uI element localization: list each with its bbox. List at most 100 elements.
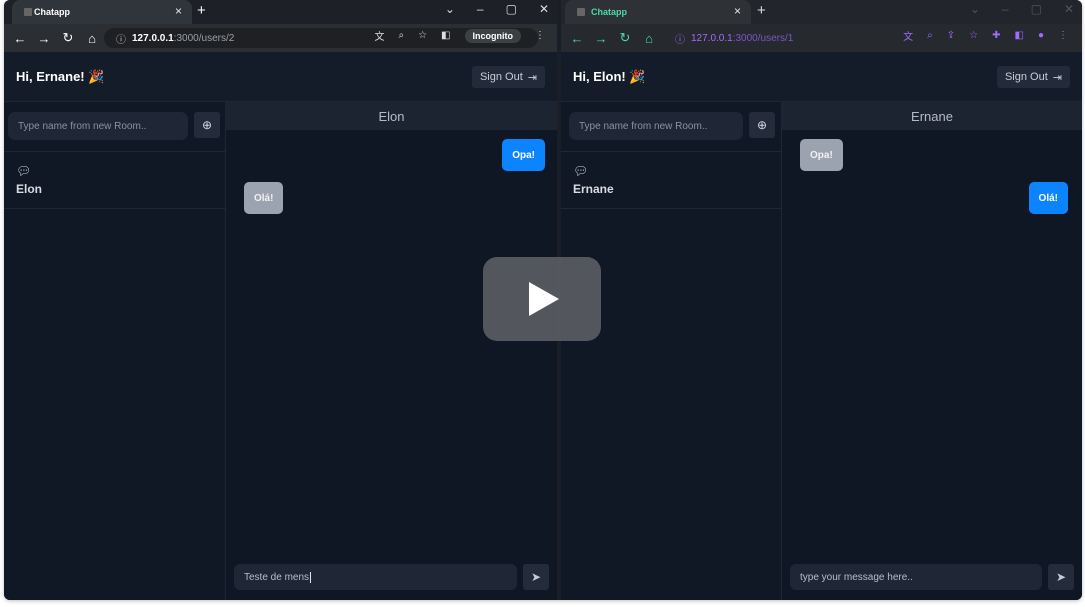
- play-icon: [529, 282, 559, 316]
- message-input-value: Teste de mens: [244, 571, 310, 583]
- room-list-item[interactable]: 💬︎ Ernane: [561, 152, 781, 209]
- sign-out-label: Sign Out: [479, 71, 523, 83]
- send-button[interactable]: ➤: [1048, 564, 1074, 590]
- room-name: Elon: [16, 182, 42, 196]
- favicon-icon: [24, 8, 32, 16]
- reload-icon[interactable]: ↻: [60, 30, 76, 46]
- app-header: Hi, Elon! 🎉 Sign Out ⇥: [561, 52, 1082, 102]
- message-input[interactable]: Teste de mens: [234, 564, 517, 590]
- address-bar-row: ← → ↻ ⌂ ⓘ 127.0.0.1:3000/users/1 文 ⌕ ⇪ ☆…: [561, 24, 1082, 52]
- star-icon[interactable]: ☆: [418, 30, 427, 41]
- browser-tab[interactable]: Chatapp ×: [12, 0, 192, 24]
- share-icon[interactable]: ⇪: [947, 30, 955, 41]
- tab-title: Chatapp: [34, 7, 70, 17]
- add-room-button[interactable]: ⊕: [194, 112, 220, 138]
- zoom-icon[interactable]: ⌕: [398, 30, 404, 41]
- tab-search-icon[interactable]: ⌄: [970, 2, 980, 16]
- tab-search-icon[interactable]: ⌄: [445, 2, 455, 16]
- tab-bar: Chatapp × + ⌄ – ▢ ✕: [4, 0, 557, 24]
- plus-circle-icon: ⊕: [756, 118, 768, 132]
- sign-out-button[interactable]: Sign Out ⇥: [471, 66, 545, 88]
- translate-icon[interactable]: 文: [903, 28, 913, 43]
- send-icon: ➤: [1055, 570, 1067, 584]
- url-host: 127.0.0.1: [691, 32, 733, 44]
- address-bar-row: ← → ↻ ⌂ ⓘ 127.0.0.1:3000/users/2 文 ⌕ ☆ ◧…: [4, 24, 557, 52]
- text-cursor: [310, 571, 312, 583]
- room-name: Ernane: [573, 182, 614, 196]
- app-header: Hi, Ernane! 🎉 Sign Out ⇥: [4, 52, 557, 102]
- new-tab-icon[interactable]: +: [757, 2, 766, 19]
- send-button[interactable]: ➤: [523, 564, 549, 590]
- sign-out-icon: ⇥: [527, 71, 537, 84]
- side-panel-icon[interactable]: ◧: [1015, 30, 1024, 41]
- arrow-left-icon[interactable]: ←: [12, 31, 28, 46]
- greeting: Hi, Ernane! 🎉: [16, 69, 105, 84]
- avatar[interactable]: ●: [1038, 30, 1044, 41]
- chat-bubble-icon: 💬︎: [16, 164, 32, 178]
- minimize-icon[interactable]: –: [1002, 2, 1009, 16]
- chat-title: Ernane: [782, 102, 1082, 130]
- chat-title: Elon: [226, 102, 557, 130]
- close-window-icon[interactable]: ✕: [1064, 2, 1074, 16]
- room-search-input[interactable]: Type name from new Room..: [569, 112, 743, 140]
- url-path: :3000/users/2: [173, 32, 235, 44]
- room-search-placeholder: Type name from new Room..: [579, 120, 708, 132]
- arrow-right-icon[interactable]: →: [593, 31, 609, 46]
- chat-panel: Elon Opa! Olá! Teste de mens ➤: [226, 102, 557, 600]
- chat-bubble-icon: 💬︎: [573, 164, 589, 178]
- message-bubble-received: Olá!: [244, 182, 284, 214]
- favicon-icon: [577, 8, 585, 16]
- toolbar-icons: 文 ⌕ ⇪ ☆ ✚ ◧ ● ⋮: [903, 28, 1068, 43]
- translate-icon[interactable]: 文: [374, 28, 384, 43]
- tab-title: Chatapp: [591, 7, 627, 17]
- reload-icon[interactable]: ↻: [617, 30, 633, 46]
- info-icon[interactable]: ⓘ: [116, 31, 126, 46]
- message-bubble-received: Opa!: [800, 139, 843, 171]
- message-bubble-sent: Opa!: [502, 139, 545, 171]
- menu-icon[interactable]: ⋮: [1058, 30, 1068, 41]
- side-panel-icon[interactable]: ◧: [441, 30, 450, 41]
- url-host: 127.0.0.1: [132, 32, 174, 44]
- info-icon[interactable]: ⓘ: [675, 31, 685, 46]
- send-icon: ➤: [530, 570, 542, 584]
- browser-tab[interactable]: Chatapp ×: [565, 0, 751, 24]
- new-tab-icon[interactable]: +: [197, 2, 206, 19]
- zoom-icon[interactable]: ⌕: [927, 30, 933, 41]
- left-browser-window: Chatapp × + ⌄ – ▢ ✕ ← → ↻ ⌂ ⓘ 127.0.0.1:…: [4, 0, 557, 600]
- room-sidebar: Type name from new Room.. ⊕ 💬︎ Ernane: [561, 102, 782, 600]
- plus-circle-icon: ⊕: [201, 118, 213, 132]
- message-bubble-sent: Olá!: [1028, 182, 1068, 214]
- message-input[interactable]: type your message here..: [790, 564, 1042, 590]
- room-search-placeholder: Type name from new Room..: [18, 120, 147, 132]
- greeting: Hi, Elon! 🎉: [573, 69, 646, 84]
- extensions-icon[interactable]: ✚: [992, 30, 1000, 41]
- home-icon[interactable]: ⌂: [641, 31, 657, 46]
- close-window-icon[interactable]: ✕: [539, 2, 549, 16]
- add-room-button[interactable]: ⊕: [749, 112, 775, 138]
- toolbar-icons: 文 ⌕ ☆ ◧ Incognito ⋮: [374, 28, 545, 43]
- maximize-icon[interactable]: ▢: [506, 2, 517, 16]
- room-sidebar: Type name from new Room.. ⊕ 💬︎ Elon: [4, 102, 226, 600]
- tab-bar: Chatapp × + ⌄ – ▢ ✕: [561, 0, 1082, 24]
- room-list-item[interactable]: 💬︎ Elon: [4, 152, 225, 209]
- maximize-icon[interactable]: ▢: [1031, 2, 1042, 16]
- home-icon[interactable]: ⌂: [84, 31, 100, 46]
- close-tab-icon[interactable]: ×: [175, 4, 182, 18]
- message-input-placeholder: type your message here..: [800, 571, 913, 583]
- close-tab-icon[interactable]: ×: [734, 4, 741, 18]
- sign-out-icon: ⇥: [1052, 71, 1062, 84]
- sign-out-label: Sign Out: [1004, 71, 1048, 83]
- room-search-input[interactable]: Type name from new Room..: [8, 112, 188, 140]
- incognito-badge[interactable]: Incognito: [464, 28, 521, 43]
- menu-icon[interactable]: ⋮: [535, 30, 545, 41]
- minimize-icon[interactable]: –: [477, 2, 484, 16]
- url-path: :3000/users/1: [732, 32, 794, 44]
- arrow-left-icon[interactable]: ←: [569, 31, 585, 46]
- star-icon[interactable]: ☆: [969, 30, 978, 41]
- sign-out-button[interactable]: Sign Out ⇥: [996, 66, 1070, 88]
- arrow-right-icon[interactable]: →: [36, 31, 52, 46]
- video-play-button[interactable]: [483, 257, 601, 341]
- chat-panel: Ernane Opa! Olá! type your message here.…: [782, 102, 1082, 600]
- window-controls: ⌄ – ▢ ✕: [970, 2, 1074, 16]
- right-browser-window: Chatapp × + ⌄ – ▢ ✕ ← → ↻ ⌂ ⓘ 127.0.0.1:…: [561, 0, 1082, 600]
